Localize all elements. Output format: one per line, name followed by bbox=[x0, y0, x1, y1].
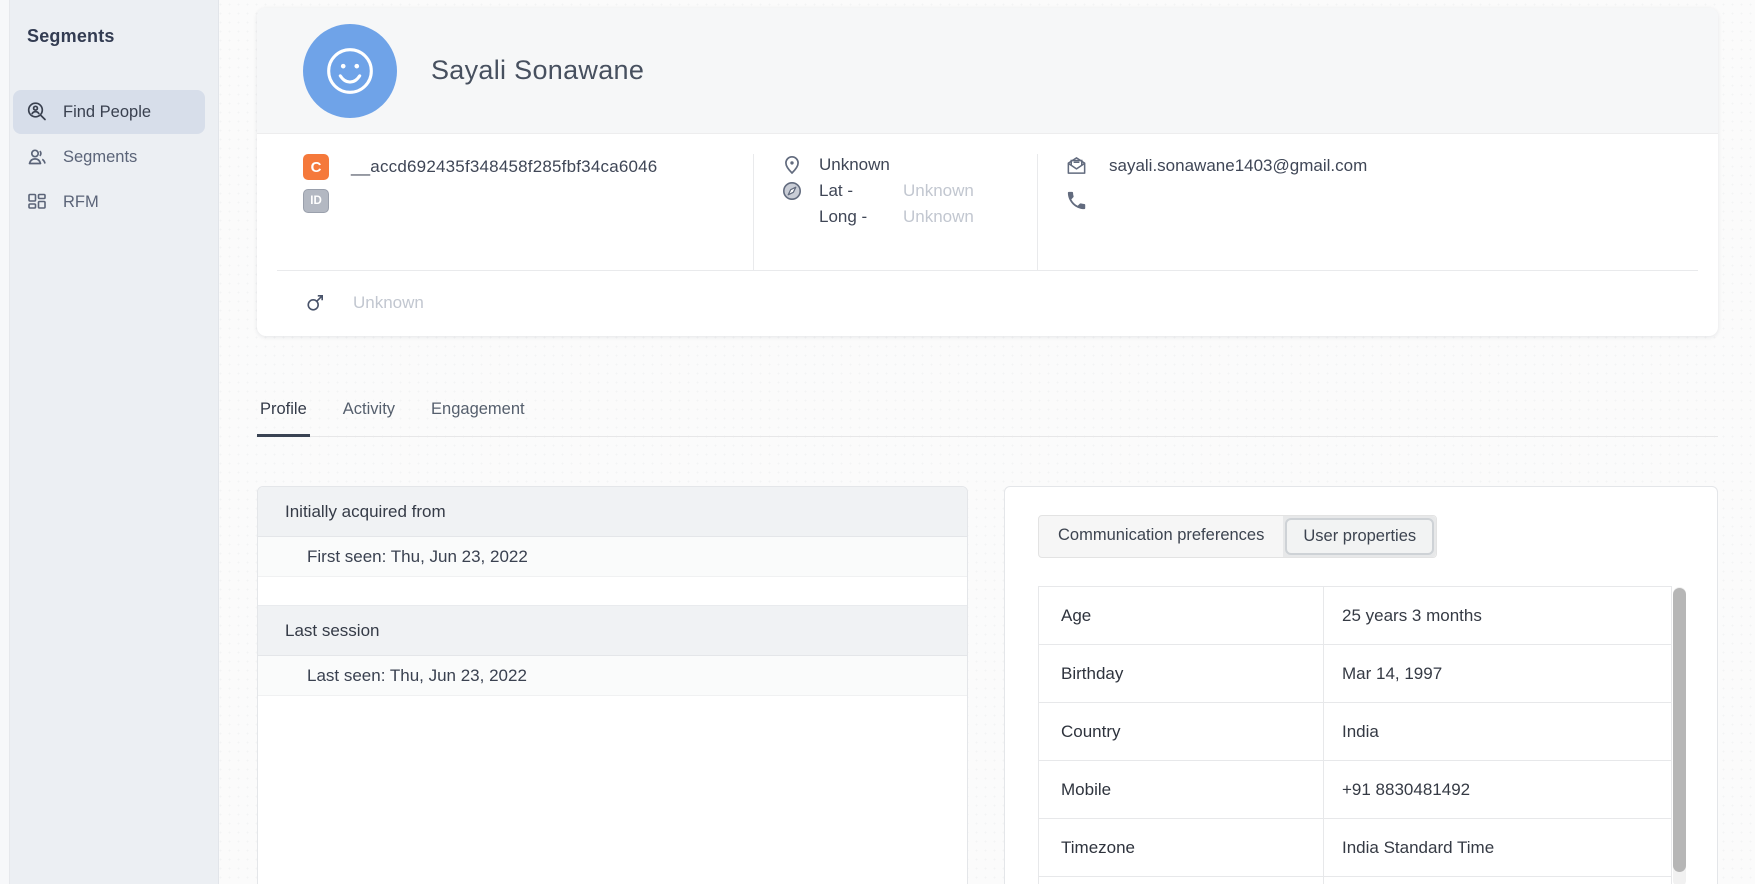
section-spacer bbox=[258, 577, 967, 606]
sidebar-item-label: Segments bbox=[63, 147, 138, 166]
sidebar-item-label: RFM bbox=[63, 192, 99, 211]
latitude-label: Lat - bbox=[819, 181, 854, 200]
gender-value: Unknown bbox=[353, 293, 424, 312]
clevertap-id-value: __accd692435f348458f285fbf34ca6046 bbox=[351, 157, 658, 176]
people-icon bbox=[26, 146, 48, 168]
tab-engagement[interactable]: Engagement bbox=[428, 392, 528, 437]
profile-card-header: Sayali Sonawane bbox=[257, 8, 1718, 134]
property-value: India Standard Time bbox=[1342, 837, 1495, 857]
acquisition-panel: Initially acquired from First seen: Thu,… bbox=[257, 486, 968, 884]
profile-tabs: Profile Activity Engagement bbox=[257, 392, 1718, 437]
grid-icon bbox=[26, 191, 48, 213]
tab-profile[interactable]: Profile bbox=[257, 392, 310, 437]
property-value: India bbox=[1342, 721, 1379, 741]
smiley-icon bbox=[319, 40, 381, 102]
location-pin-icon bbox=[781, 154, 803, 176]
identity-column: C __accd692435f348458f285fbf34ca6046 ID bbox=[257, 154, 753, 270]
longitude-label: Long - bbox=[819, 207, 868, 226]
person-search-icon bbox=[26, 101, 48, 123]
table-row: Mobile +91 8830481492 bbox=[1039, 761, 1671, 819]
user-properties-table: Age 25 years 3 months Birthday Mar 14, 1… bbox=[1038, 586, 1672, 884]
email-value: sayali.sonawane1403@gmail.com bbox=[1109, 155, 1368, 175]
table-scrollbar[interactable] bbox=[1673, 587, 1686, 884]
property-label: Timezone bbox=[1039, 819, 1324, 876]
latitude-value: Unknown bbox=[903, 181, 974, 200]
avatar bbox=[303, 23, 397, 118]
property-value: Mar 14, 1997 bbox=[1342, 663, 1443, 683]
property-label: Mobile bbox=[1039, 761, 1324, 818]
app-root: Segments Find People Segments RFM Sayali… bbox=[0, 0, 1755, 884]
main-content: Sayali Sonawane C __accd692435f348458f28… bbox=[219, 0, 1755, 884]
table-row: Timezone India Standard Time bbox=[1039, 819, 1671, 877]
tab-activity[interactable]: Activity bbox=[340, 392, 398, 437]
sidebar-title: Segments bbox=[27, 26, 115, 46]
tab-user-properties[interactable]: User properties bbox=[1285, 518, 1435, 555]
table-row: Age 25 years 3 months bbox=[1039, 587, 1671, 645]
property-label: Country bbox=[1039, 703, 1324, 760]
sidebar-item-rfm[interactable]: RFM bbox=[13, 180, 205, 224]
table-row-partial bbox=[1039, 877, 1671, 884]
phone-icon bbox=[1065, 189, 1091, 212]
table-row: Birthday Mar 14, 1997 bbox=[1039, 645, 1671, 703]
clevertap-badge-icon: C bbox=[303, 154, 329, 180]
property-label: Age bbox=[1039, 587, 1324, 644]
gender-icon bbox=[305, 292, 327, 314]
property-value: 25 years 3 months bbox=[1342, 605, 1482, 625]
sidebar: Segments Find People Segments RFM bbox=[0, 0, 219, 884]
longitude-value: Unknown bbox=[903, 207, 974, 226]
property-value bbox=[1324, 877, 1671, 884]
profile-card: Sayali Sonawane C __accd692435f348458f28… bbox=[257, 8, 1718, 336]
sidebar-item-label: Find People bbox=[63, 102, 152, 121]
profile-info-row: C __accd692435f348458f285fbf34ca6046 ID bbox=[257, 134, 1718, 270]
gender-row: Unknown bbox=[257, 271, 1718, 335]
property-label: Birthday bbox=[1039, 645, 1324, 702]
sidebar-nav: Find People Segments RFM bbox=[13, 90, 205, 225]
user-properties-table-wrap: Age 25 years 3 months Birthday Mar 14, 1… bbox=[1038, 586, 1686, 884]
sidebar-item-segments[interactable]: Segments bbox=[13, 135, 205, 179]
section-header-last-session: Last session bbox=[258, 606, 967, 656]
profile-name: Sayali Sonawane bbox=[431, 55, 645, 85]
identity-badge-icon: ID bbox=[303, 189, 329, 213]
property-value: +91 8830481492 bbox=[1342, 779, 1471, 799]
table-row: Country India bbox=[1039, 703, 1671, 761]
location-city: Unknown bbox=[819, 155, 890, 174]
section-header-initially-acquired: Initially acquired from bbox=[258, 487, 967, 537]
properties-panel: Communication preferences User propertie… bbox=[1004, 486, 1718, 884]
selected-tab-wrap: User properties bbox=[1283, 516, 1437, 557]
last-seen-row: Last seen: Thu, Jun 23, 2022 bbox=[258, 656, 967, 696]
location-column: Unknown Lat - Unknown Long - Unknown bbox=[753, 154, 1037, 270]
first-seen-row: First seen: Thu, Jun 23, 2022 bbox=[258, 537, 967, 577]
sidebar-item-find-people[interactable]: Find People bbox=[13, 90, 205, 134]
compass-icon bbox=[781, 180, 803, 202]
email-icon bbox=[1065, 154, 1091, 177]
property-label bbox=[1039, 877, 1324, 884]
tab-communication-preferences[interactable]: Communication preferences bbox=[1039, 516, 1283, 557]
properties-tab-group: Communication preferences User propertie… bbox=[1038, 515, 1438, 558]
table-scrollbar-thumb[interactable] bbox=[1673, 588, 1686, 872]
contact-column: sayali.sonawane1403@gmail.com bbox=[1037, 154, 1718, 270]
